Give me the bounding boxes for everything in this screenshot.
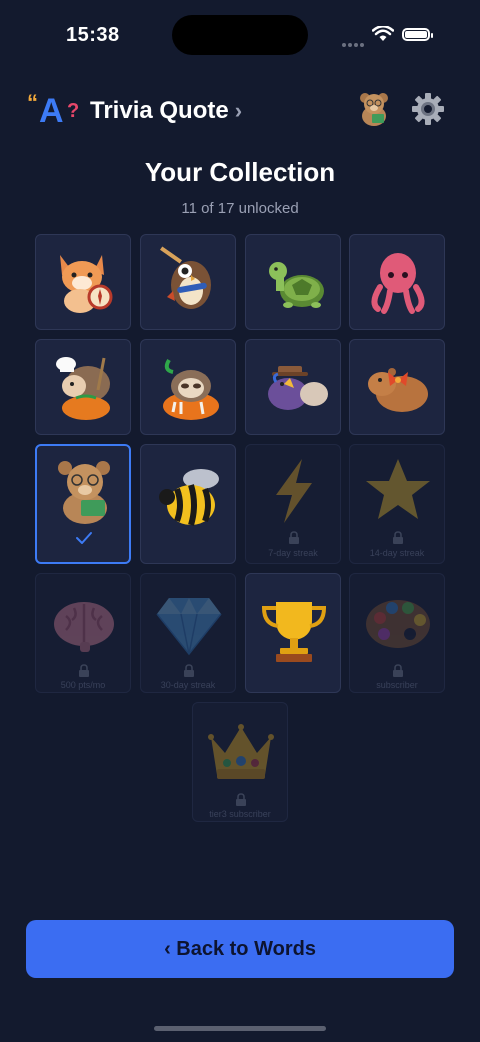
status-bar: 15:38 <box>0 0 480 70</box>
purple-bird-icon <box>268 366 328 410</box>
wifi-icon <box>372 26 394 41</box>
collectible-octopus[interactable] <box>349 234 445 330</box>
diamond-icon <box>156 598 222 656</box>
turtle-icon <box>269 262 324 308</box>
crown-icon <box>208 724 274 779</box>
collectible-bee[interactable] <box>140 444 236 564</box>
octopus-icon <box>371 253 425 314</box>
collectible-capybara-bow[interactable] <box>349 339 445 435</box>
collectible-lightning-locked[interactable]: 7-day streak <box>245 444 341 564</box>
lock-icon <box>289 531 299 544</box>
cellular-signal-icon <box>342 34 366 52</box>
lock-icon <box>184 664 194 677</box>
gear-icon <box>412 93 444 125</box>
home-indicator <box>154 1026 326 1031</box>
app-title-link[interactable]: Trivia Quote › <box>90 97 242 125</box>
bear-avatar-icon <box>360 93 388 126</box>
bee-icon <box>159 469 219 526</box>
unlock-requirement: 14-day streak <box>369 548 425 558</box>
unlock-requirement: subscriber <box>376 680 418 690</box>
app-header: “ A ? Trivia Quote › <box>0 88 480 134</box>
chevron-right-icon: › <box>234 98 243 123</box>
lock-icon <box>79 664 89 677</box>
collectible-star-locked[interactable]: 14-day streak <box>349 444 445 564</box>
collectible-sloth-pumpkin[interactable] <box>140 339 236 435</box>
checkmark-icon <box>76 532 92 544</box>
logo-letter: A <box>39 92 64 130</box>
collectible-purple-bird-hat[interactable] <box>245 339 341 435</box>
brain-icon <box>54 602 114 652</box>
page-title: Your Collection <box>144 157 336 187</box>
palette-icon <box>366 600 430 648</box>
app-logo: “ A ? <box>27 90 83 130</box>
collectible-brain-locked[interactable]: 500 pts/mo <box>35 573 131 693</box>
star-icon <box>366 459 430 519</box>
back-to-words-button[interactable]: ‹ Back to Words <box>26 920 454 978</box>
collectible-diamond-locked[interactable]: 30-day streak <box>140 573 236 693</box>
status-time: 15:38 <box>66 24 120 46</box>
lightning-icon <box>276 459 312 523</box>
settings-button[interactable] <box>410 90 446 128</box>
collectible-palette-locked[interactable]: subscriber <box>349 573 445 693</box>
avatar-button[interactable] <box>356 90 392 128</box>
unlock-requirement: tier3 subscriber <box>209 809 271 819</box>
unlock-requirement: 30-day streak <box>160 680 216 690</box>
trophy-icon <box>261 602 327 662</box>
collectible-hedgehog-chef-pumpkin[interactable] <box>35 339 131 435</box>
lock-icon <box>236 793 246 806</box>
owl-scarf-icon <box>160 246 211 309</box>
bear-reading-icon <box>58 461 110 524</box>
unlock-requirement: 500 pts/mo <box>60 680 106 690</box>
unlock-count: 11 of 17 unlocked <box>181 200 299 217</box>
app-title: Trivia Quote <box>90 97 229 124</box>
hedgehog-chef-icon <box>56 357 110 420</box>
collectible-fox-explorer[interactable] <box>35 234 131 330</box>
collectible-trophy[interactable] <box>245 573 341 693</box>
lock-icon <box>393 531 403 544</box>
collectible-crown-locked[interactable]: tier3 subscriber <box>192 702 288 822</box>
sloth-pumpkin-icon <box>163 358 219 420</box>
battery-icon <box>402 28 433 41</box>
unlock-requirement: 7-day streak <box>268 548 318 558</box>
fox-explorer-icon <box>60 255 113 313</box>
collectible-bear-reading[interactable] <box>35 444 131 564</box>
collectible-owl-scarf[interactable] <box>140 234 236 330</box>
dynamic-island <box>172 15 308 55</box>
collectible-turtle[interactable] <box>245 234 341 330</box>
logo-quote-mark: “ <box>27 90 38 115</box>
lock-icon <box>393 664 403 677</box>
capybara-icon <box>368 368 428 412</box>
logo-question-mark: ? <box>67 100 80 122</box>
